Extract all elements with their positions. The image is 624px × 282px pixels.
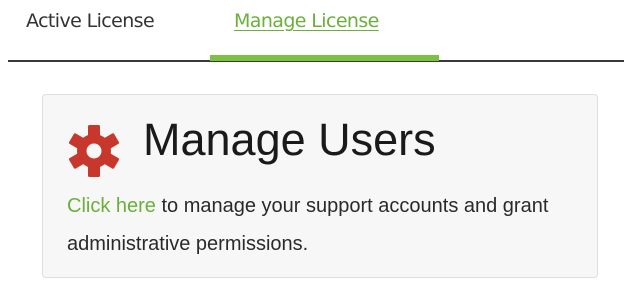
active-tab-indicator [210, 55, 439, 61]
click-here-link[interactable]: Click here [67, 195, 156, 217]
license-tabs: Active License Manage License [0, 0, 624, 62]
gear-icon [69, 125, 119, 177]
card-title: Manage Users [143, 114, 436, 165]
card-description: Click here to manage your support accoun… [67, 187, 587, 263]
tab-active-license[interactable]: Active License [26, 10, 155, 32]
manage-users-card: Manage Users Click here to manage your s… [42, 94, 598, 278]
tab-manage-license[interactable]: Manage License [234, 10, 379, 32]
